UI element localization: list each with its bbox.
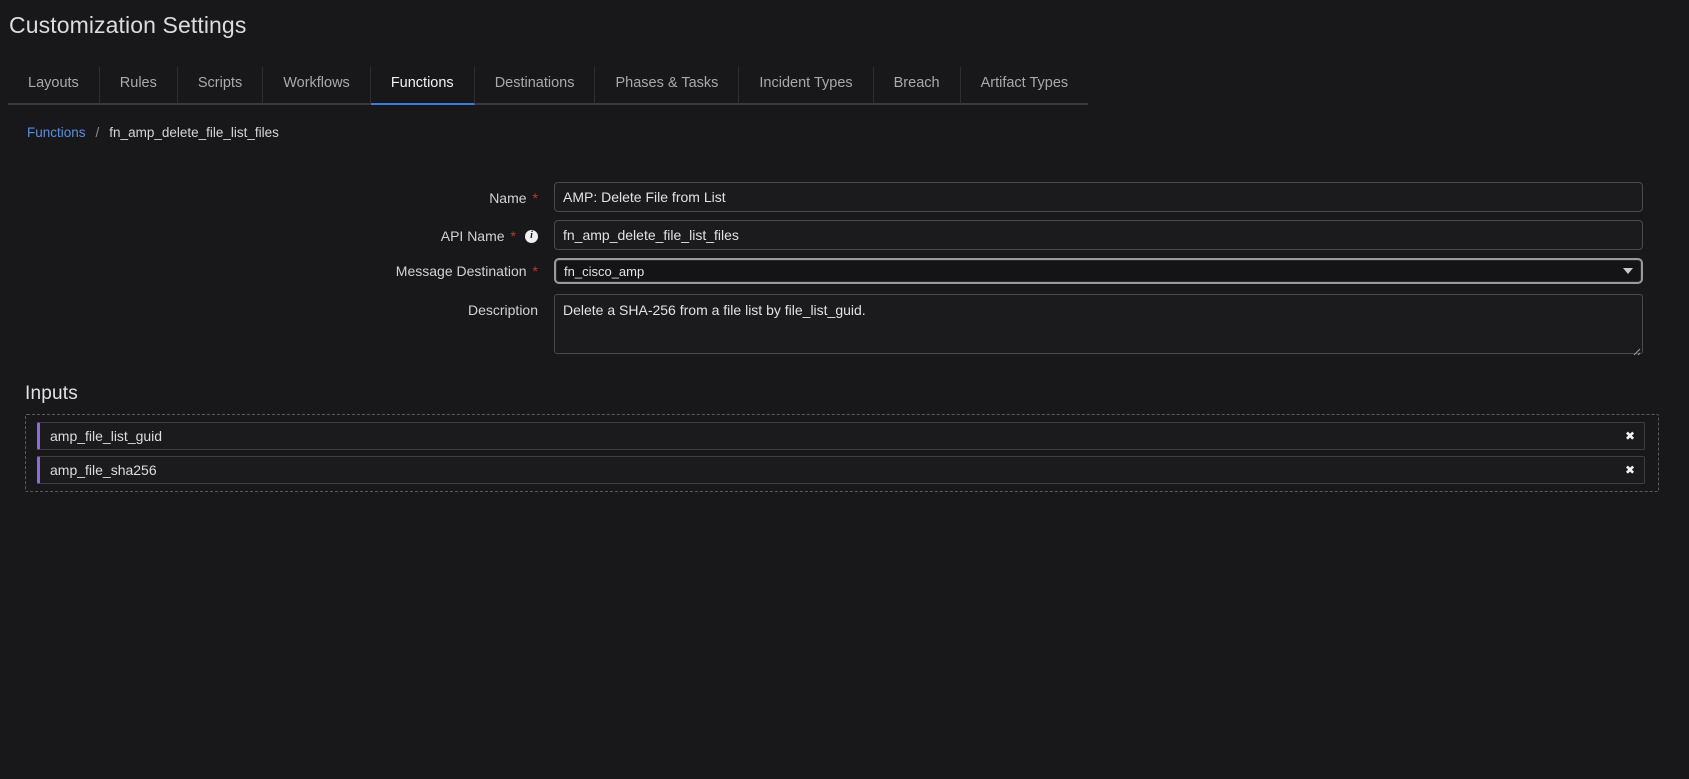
tab-artifact-types[interactable]: Artifact Types [960,67,1089,105]
description-textarea[interactable] [554,294,1643,354]
message-destination-value: fn_cisco_amp [564,263,645,279]
name-label-cell: Name * [8,182,554,207]
tab-label: Phases & Tasks [615,75,719,91]
page-title: Customization Settings [9,12,247,38]
form-row-description: Description [8,294,1689,359]
breadcrumb-current: fn_amp_delete_file_list_files [109,125,279,140]
input-chip[interactable]: amp_file_list_guid ✖ [37,422,1645,450]
description-label: Description [467,302,538,318]
name-field-cell [554,182,1689,212]
tab-label: Incident Types [759,75,853,91]
message-destination-label-cell: Message Destination * [8,258,554,280]
name-input[interactable] [554,182,1643,212]
input-chip[interactable]: amp_file_sha256 ✖ [37,456,1645,484]
description-label-cell: Description [8,294,554,319]
remove-input-icon[interactable]: ✖ [1625,430,1635,442]
message-destination-select[interactable]: fn_cisco_amp [554,258,1643,284]
tab-label: Scripts [197,75,243,91]
tab-functions[interactable]: Functions [370,67,475,105]
tab-destinations[interactable]: Destinations [474,67,596,105]
api-name-field-cell [554,220,1689,250]
api-name-label: API Name [440,228,505,244]
tab-layouts[interactable]: Layouts [8,67,100,105]
function-detail-form: Name * API Name * i Message Destination … [0,182,1689,359]
form-row-name: Name * [8,182,1689,212]
message-destination-field-cell: fn_cisco_amp [554,258,1689,284]
breadcrumb-link-functions[interactable]: Functions [27,125,86,140]
tab-breach[interactable]: Breach [873,67,961,105]
tab-phases-tasks[interactable]: Phases & Tasks [595,67,740,105]
tab-label: Artifact Types [980,75,1069,91]
description-textarea-wrap [554,294,1643,359]
tab-rules[interactable]: Rules [99,67,178,105]
inputs-drop-area[interactable]: amp_file_list_guid ✖ amp_file_sha256 ✖ [25,414,1659,492]
breadcrumb: Functions / fn_amp_delete_file_list_file… [27,125,1689,140]
remove-input-icon[interactable]: ✖ [1625,464,1635,476]
tab-label: Rules [119,75,157,91]
settings-tab-bar: Layouts Rules Scripts Workflows Function… [0,67,1112,105]
tab-incident-types[interactable]: Incident Types [739,67,874,105]
tab-label: Breach [893,75,940,91]
api-name-label-cell: API Name * i [8,220,554,245]
name-label: Name [489,190,527,206]
api-name-input[interactable] [554,220,1643,250]
tab-workflows[interactable]: Workflows [263,67,371,105]
required-asterisk: * [532,263,538,279]
message-destination-select-wrap: fn_cisco_amp [554,258,1643,284]
inputs-heading: Inputs [25,383,78,404]
required-asterisk: * [510,228,516,244]
info-icon[interactable]: i [525,229,538,243]
required-asterisk: * [532,190,538,206]
breadcrumb-separator: / [95,125,100,140]
message-destination-label: Message Destination [395,263,527,279]
form-row-api-name: API Name * i [8,220,1689,250]
form-row-message-destination: Message Destination * fn_cisco_amp [8,258,1689,284]
tab-label: Destinations [494,75,575,91]
tab-label: Functions [390,75,454,91]
inputs-section: Inputs amp_file_list_guid ✖ amp_file_sha… [0,383,1689,492]
tab-label: Layouts [28,75,79,91]
input-chip-label: amp_file_list_guid [50,428,163,444]
tab-label: Workflows [283,75,350,91]
input-chip-label: amp_file_sha256 [50,462,157,478]
tab-scripts[interactable]: Scripts [177,67,264,105]
description-field-cell [554,294,1689,359]
